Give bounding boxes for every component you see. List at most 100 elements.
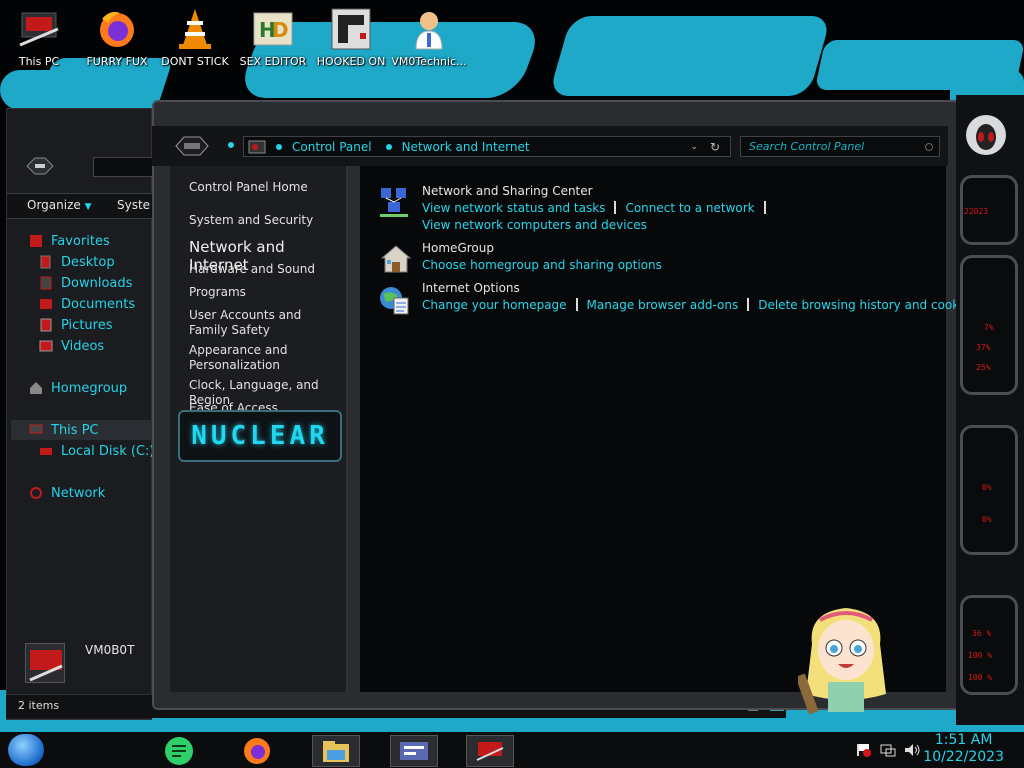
link-delete-browsing-history[interactable]: Delete browsing history and cookies	[758, 298, 976, 312]
app-shortcut-icon	[330, 7, 372, 51]
taskbar-file-explorer[interactable]	[312, 735, 360, 767]
nav-favorites[interactable]: Favorites	[29, 231, 110, 251]
breadcrumb-control-panel[interactable]: Control Panel	[292, 140, 372, 154]
gadget-readout: 0%	[982, 483, 992, 492]
nav-videos[interactable]: Videos	[39, 336, 104, 356]
breadcrumb-separator	[276, 143, 282, 150]
category-network-sharing: Network and Sharing Center View network …	[422, 184, 775, 234]
clock-date: 10/22/2023	[923, 749, 1004, 765]
nuclear-logo: NUCLEAR	[178, 410, 342, 462]
link-separator	[575, 298, 578, 311]
nav-desktop[interactable]: Desktop	[39, 252, 115, 272]
gadget-readout: 100 %	[968, 673, 993, 682]
gadget-readout: 0%	[982, 515, 992, 524]
sidebar-item-system-security[interactable]: System and Security	[189, 213, 313, 228]
desktop-icon-label: FURRY FUX	[86, 55, 148, 68]
explorer-window[interactable]: Organize ▼ Syste Favorites Desktop Downl…	[6, 108, 154, 720]
desktop-icon-hex-editor[interactable]: HD SEX EDITOR	[234, 4, 312, 76]
control-panel-sidebar: Control Panel Home System and Security N…	[170, 166, 348, 692]
desktop-icon-label: This PC	[18, 55, 60, 68]
organize-button[interactable]: Organize ▼	[27, 198, 92, 212]
computer-small-icon	[29, 423, 43, 437]
back-forward-button[interactable]	[172, 134, 212, 158]
chevron-down-icon[interactable]: ⌄	[690, 142, 698, 152]
system-monitor-gadget: 22023 7% 37% 25% 0% 0% 36 % 100 % 100 %	[956, 95, 1024, 725]
videos-folder-icon	[39, 339, 53, 353]
user-doctor-icon	[408, 7, 450, 51]
control-panel-icon	[248, 139, 266, 155]
desktop-icon-hooked-on[interactable]: HOOKED ON	[312, 4, 390, 76]
nav-this-pc[interactable]: This PC	[11, 420, 153, 440]
gadget-readout: 100 %	[968, 651, 993, 660]
taskbar: 1:51 AM 10/22/2023	[0, 730, 1024, 768]
link-separator	[614, 201, 617, 214]
nav-pictures[interactable]: Pictures	[39, 315, 112, 335]
downloads-folder-icon	[39, 276, 53, 290]
computer-thumbnail	[25, 643, 65, 683]
computer-name: VM0B0T	[85, 643, 135, 657]
internet-options-icon[interactable]	[378, 284, 410, 316]
notification-flag-icon[interactable]	[856, 742, 872, 757]
taskbar-firefox[interactable]	[238, 735, 276, 767]
desktop-icon-firefox[interactable]: FURRY FUX	[78, 4, 156, 76]
search-input[interactable]	[747, 139, 917, 154]
item-count: 2 items	[18, 699, 60, 712]
desktop-icon-vm0technic[interactable]: VM0Technic...	[390, 4, 468, 76]
category-title[interactable]: HomeGroup	[422, 241, 662, 255]
network-small-icon	[29, 486, 43, 500]
taskbar-app-notes[interactable]	[160, 735, 198, 767]
documents-folder-icon	[39, 297, 53, 311]
search-box[interactable]	[740, 136, 940, 157]
desktop-icon-label: SEX EDITOR	[239, 55, 307, 68]
gadget-readout: 22023	[964, 207, 989, 216]
taskbar-app-pc[interactable]	[466, 735, 514, 767]
sidebar-item-user-accounts[interactable]: User Accounts and Family Safety	[189, 308, 339, 338]
nav-network[interactable]: Network	[29, 483, 105, 503]
start-button[interactable]	[8, 734, 44, 766]
volume-icon[interactable]	[904, 742, 922, 756]
firefox-icon	[96, 7, 138, 51]
cartoon-character-sticker	[795, 598, 894, 724]
homegroup-icon[interactable]	[380, 244, 412, 276]
explorer-address-bar[interactable]	[93, 157, 153, 177]
address-bar[interactable]: Control Panel Network and Internet ⌄ ↻	[243, 136, 731, 157]
network-sharing-icon[interactable]	[378, 186, 410, 218]
category-title[interactable]: Network and Sharing Center	[422, 184, 775, 198]
link-manage-add-ons[interactable]: Manage browser add-ons	[587, 298, 739, 312]
sidebar-item-appearance[interactable]: Appearance and Personalization	[189, 343, 299, 373]
refresh-icon[interactable]: ↻	[710, 140, 720, 154]
gadget-readout: 37%	[976, 343, 991, 352]
link-connect-to-network[interactable]: Connect to a network	[625, 201, 754, 215]
desktop-icon-vlc[interactable]: DONT STICK	[156, 4, 234, 76]
search-icon[interactable]	[925, 142, 933, 151]
network-tray-icon[interactable]	[880, 742, 896, 757]
system-properties-button[interactable]: Syste	[117, 198, 150, 212]
desktop-icon-label: VM0Technic...	[391, 55, 467, 68]
svg-text:D: D	[272, 18, 289, 42]
explorer-toolbar: Organize ▼ Syste	[7, 193, 153, 219]
category-homegroup: HomeGroup Choose homegroup and sharing o…	[422, 241, 662, 274]
nav-local-disk[interactable]: Local Disk (C:)	[39, 441, 154, 461]
sidebar-control-panel-home[interactable]: Control Panel Home	[189, 180, 308, 195]
link-change-homepage[interactable]: Change your homepage	[422, 298, 567, 312]
desktop-icon-label: HOOKED ON	[316, 55, 386, 68]
link-homegroup-options[interactable]: Choose homegroup and sharing options	[422, 258, 662, 272]
system-clock[interactable]: 1:51 AM 10/22/2023	[923, 732, 1004, 766]
nav-documents[interactable]: Documents	[39, 294, 135, 314]
link-view-network-status[interactable]: View network status and tasks	[422, 201, 605, 215]
taskbar-control-panel[interactable]	[390, 735, 438, 767]
link-view-network-computers[interactable]: View network computers and devices	[422, 218, 647, 232]
category-title[interactable]: Internet Options	[422, 281, 976, 295]
sidebar-item-hardware-sound[interactable]: Hardware and Sound	[189, 262, 315, 277]
homegroup-small-icon	[29, 381, 43, 395]
recent-pages-dot[interactable]	[228, 142, 234, 148]
explorer-back-icon[interactable]	[25, 155, 55, 177]
breadcrumb-network-internet[interactable]: Network and Internet	[402, 140, 530, 154]
nav-homegroup[interactable]: Homegroup	[29, 378, 127, 398]
sidebar-item-programs[interactable]: Programs	[189, 285, 246, 300]
nav-downloads[interactable]: Downloads	[39, 273, 132, 293]
desktop-folder-icon	[39, 255, 53, 269]
hex-editor-icon: HD	[252, 7, 294, 51]
desktop-icon-this-pc[interactable]: This PC	[0, 4, 78, 76]
computer-icon	[18, 7, 60, 51]
